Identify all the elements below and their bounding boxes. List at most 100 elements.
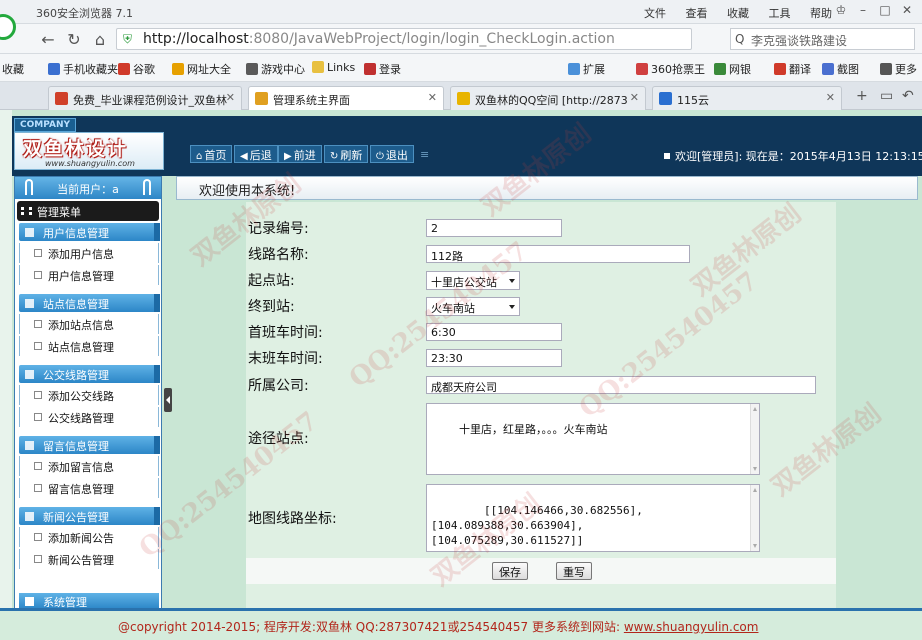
- section-icon: [25, 597, 34, 606]
- page-gutter: [0, 110, 12, 640]
- sidebar-item-4-1[interactable]: 新闻公告管理: [19, 549, 159, 569]
- home-icon[interactable]: ⌂: [90, 30, 110, 49]
- tab-favicon-icon: [55, 92, 68, 105]
- power-icon: ⏻: [376, 151, 384, 162]
- sidebar-section-1[interactable]: 站点信息管理: [19, 294, 160, 312]
- sidebar-item-1-1[interactable]: 站点信息管理: [19, 336, 159, 356]
- fav-item-4[interactable]: 游戏中心: [246, 61, 305, 77]
- nav-forward-button[interactable]: ▶ 前进: [278, 145, 322, 163]
- nav-label: 前进: [293, 149, 316, 162]
- welcome-user: 欢迎[管理员]:: [675, 150, 743, 163]
- sidebar-item-label: 用户信息管理: [48, 270, 114, 283]
- fav-label: 扩展: [583, 63, 605, 76]
- tab-115[interactable]: 115云 ✕: [652, 86, 842, 110]
- fav-item-0[interactable]: 收藏: [2, 61, 24, 77]
- fav-item-1[interactable]: 手机收藏夹: [48, 61, 118, 77]
- sidebar-item-0-1[interactable]: 用户信息管理: [19, 265, 159, 285]
- line-name-field[interactable]: 112路: [426, 245, 690, 263]
- maximize-icon[interactable]: □: [874, 3, 896, 17]
- sidebar-item-0-0[interactable]: 添加用户信息: [19, 243, 159, 263]
- menu-help[interactable]: 帮助: [810, 7, 832, 20]
- fav-item-3[interactable]: 网址大全: [172, 61, 231, 77]
- document-icon: [34, 391, 42, 399]
- ticket-icon: [636, 63, 648, 75]
- tab-close-icon[interactable]: ✕: [826, 91, 835, 104]
- site-link[interactable]: www.shuangyulin.com: [624, 620, 759, 634]
- refresh-icon[interactable]: ↻: [64, 30, 84, 49]
- fav-item-10[interactable]: 翻译: [774, 61, 811, 77]
- end-station-select[interactable]: 火车南站: [426, 297, 520, 316]
- tab-close-icon[interactable]: ✕: [428, 91, 437, 104]
- nav-logout-button[interactable]: ⏻ 退出: [370, 145, 414, 163]
- fav-item-5[interactable]: Links: [312, 61, 355, 74]
- tab-qq-space[interactable]: 双鱼林的QQ空间 [http://2873 ✕: [450, 86, 646, 110]
- brand-title: 双鱼林设计: [23, 138, 129, 160]
- welcome-message: 欢迎使用本系统!: [199, 184, 296, 199]
- sidebar-collapse-handle[interactable]: [164, 388, 172, 412]
- hook-icon: [25, 179, 33, 195]
- sidebar-section-4[interactable]: 新闻公告管理: [19, 507, 160, 525]
- sidebar-item-3-1[interactable]: 留言信息管理: [19, 478, 159, 498]
- scrollbar[interactable]: [750, 485, 759, 551]
- last-bus-field[interactable]: 23:30: [426, 349, 562, 367]
- fav-item-12[interactable]: 更多: [880, 61, 917, 77]
- fav-item-7[interactable]: 扩展: [568, 61, 605, 77]
- scrollbar[interactable]: [750, 404, 759, 474]
- fav-item-2[interactable]: 谷歌: [118, 61, 155, 77]
- minimize-icon[interactable]: –: [852, 3, 874, 17]
- start-station-label: 起点站:: [248, 273, 295, 289]
- url-field[interactable]: ⛨ http://localhost:8080/JavaWebProject/l…: [116, 28, 692, 50]
- menu-favorites[interactable]: 收藏: [727, 7, 749, 20]
- sidebar-item-1-0[interactable]: 添加站点信息: [19, 314, 159, 334]
- save-button[interactable]: 保存: [492, 562, 528, 580]
- fav-item-6[interactable]: 登录: [364, 61, 401, 77]
- menu-tools[interactable]: 工具: [769, 7, 791, 20]
- fav-item-9[interactable]: 网银: [714, 61, 751, 77]
- map-coords-textarea[interactable]: [[104.146466,30.682556],[104.089388,30.6…: [426, 484, 760, 552]
- section-icon: [25, 228, 34, 237]
- nav-refresh-button[interactable]: ↻ 刷新: [324, 145, 369, 163]
- sidebar-section-system[interactable]: 系统管理: [19, 593, 159, 609]
- sidebar-item-4-0[interactable]: 添加新闻公告: [19, 527, 159, 547]
- record-no-field[interactable]: 2: [426, 219, 562, 237]
- sidebar-item-2-1[interactable]: 公交线路管理: [19, 407, 159, 427]
- tab-close-icon[interactable]: ✕: [226, 91, 235, 104]
- section-icon: [25, 441, 34, 450]
- skin-icon[interactable]: ♔: [830, 3, 852, 17]
- undo-tab-icon[interactable]: ↶: [902, 88, 914, 104]
- menu-file[interactable]: 文件: [644, 7, 666, 20]
- tab-list-icon[interactable]: ▭: [880, 88, 893, 104]
- phone-icon: [48, 63, 60, 75]
- company-field[interactable]: 成都天府公司: [426, 376, 816, 394]
- main-content: 欢迎使用本系统! 记录编号: 2 线路名称: 112路 起点站: 十里店公交站 …: [176, 176, 918, 612]
- section-title: 留言信息管理: [43, 440, 109, 453]
- sidebar-section-2[interactable]: 公交线路管理: [19, 365, 160, 383]
- close-icon[interactable]: ✕: [896, 3, 918, 17]
- end-station-label: 终到站:: [248, 299, 295, 315]
- bullet-icon: [664, 153, 670, 159]
- document-icon: [34, 249, 42, 257]
- search-input[interactable]: Q 李克强谈铁路建设: [730, 28, 915, 50]
- sidebar-item-label: 添加公交线路: [48, 390, 114, 403]
- sidebar-section-3[interactable]: 留言信息管理: [19, 436, 160, 454]
- fav-item-11[interactable]: 截图: [822, 61, 859, 77]
- sidebar-item-2-0[interactable]: 添加公交线路: [19, 385, 159, 405]
- back-icon[interactable]: ←: [38, 30, 58, 49]
- tab-management[interactable]: 管理系统主界面 ✕: [248, 86, 444, 110]
- fav-item-8[interactable]: 360抢票王: [636, 61, 705, 77]
- fav-label: 谷歌: [133, 63, 155, 76]
- tab-close-icon[interactable]: ✕: [630, 91, 639, 104]
- reset-button[interactable]: 重写: [556, 562, 592, 580]
- start-station-select[interactable]: 十里店公交站: [426, 271, 520, 290]
- sidebar-item-3-0[interactable]: 添加留言信息: [19, 456, 159, 476]
- new-tab-icon[interactable]: +: [856, 88, 868, 104]
- app-title: 360安全浏览器 7.1: [36, 7, 133, 20]
- via-stations-textarea[interactable]: 十里店，红星路，。。。火车南站: [426, 403, 760, 475]
- nav-back-button[interactable]: ◀ 后退: [234, 145, 278, 163]
- home-icon: ⌂: [196, 151, 203, 162]
- menu-view[interactable]: 查看: [686, 7, 708, 20]
- sidebar-section-0[interactable]: 用户信息管理: [19, 223, 160, 241]
- tab-course-design[interactable]: 免费_毕业课程范例设计_双鱼林 ✕: [48, 86, 242, 110]
- first-bus-field[interactable]: 6:30: [426, 323, 562, 341]
- nav-home-button[interactable]: ⌂ 首页: [190, 145, 233, 163]
